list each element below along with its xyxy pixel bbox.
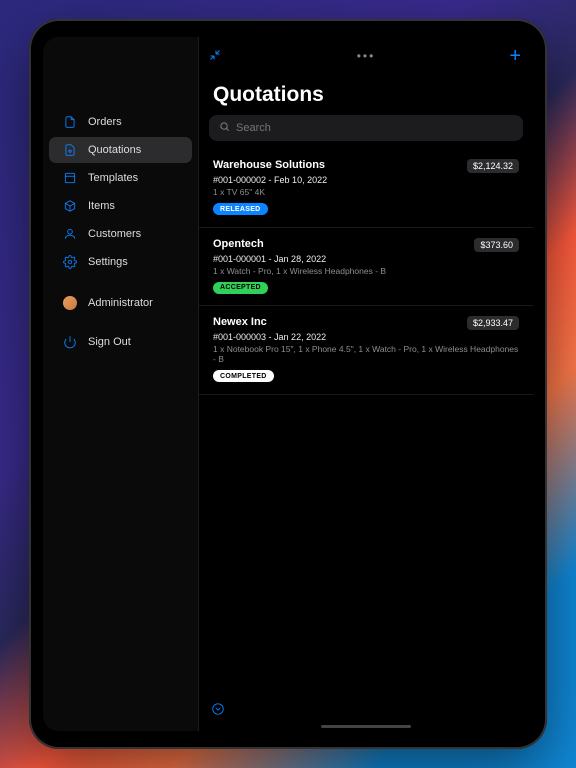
quotation-row[interactable]: Newex Inc $2,933.47 #001-000003 - Jan 22… — [199, 306, 533, 395]
search-icon — [219, 121, 230, 135]
search-bar[interactable] — [209, 115, 523, 141]
quotations-list: Warehouse Solutions $2,124.32 #001-00000… — [199, 149, 533, 731]
more-icon[interactable]: ••• — [357, 49, 376, 63]
quotation-desc: 1 x Watch - Pro, 1 x Wireless Headphones… — [213, 266, 519, 276]
power-icon — [63, 335, 77, 349]
status-badge: COMPLETED — [213, 370, 274, 382]
sidebar-item-label: Quotations — [88, 144, 141, 156]
user-row[interactable]: Administrator — [49, 288, 192, 318]
sidebar-item-label: Settings — [88, 256, 128, 268]
sidebar-item-label: Templates — [88, 172, 138, 184]
box-icon — [63, 199, 77, 213]
sidebar-item-orders[interactable]: Orders — [49, 109, 192, 135]
sidebar-item-label: Customers — [88, 228, 141, 240]
company-name: Newex Inc — [213, 316, 267, 328]
sidebar-item-settings[interactable]: Settings — [49, 249, 192, 275]
main-panel: ••• + Quotations Warehouse Solutions $2,… — [198, 37, 533, 731]
sidebar-item-label: Orders — [88, 116, 122, 128]
user-name: Administrator — [88, 297, 153, 309]
search-input[interactable] — [236, 122, 513, 134]
quotation-row[interactable]: Warehouse Solutions $2,124.32 #001-00000… — [199, 149, 533, 228]
app-screen: Orders Quotations Templates — [43, 37, 533, 731]
signout-button[interactable]: Sign Out — [49, 329, 192, 355]
sidebar-item-items[interactable]: Items — [49, 193, 192, 219]
nav-list: Orders Quotations Templates — [43, 109, 198, 277]
quotation-ref: #001-000003 - Jan 22, 2022 — [213, 332, 519, 342]
quotation-row[interactable]: Opentech $373.60 #001-000001 - Jan 28, 2… — [199, 228, 533, 307]
sidebar-item-quotations[interactable]: Quotations — [49, 137, 192, 163]
price-badge: $2,933.47 — [467, 316, 519, 330]
template-icon — [63, 171, 77, 185]
home-indicator — [321, 725, 411, 728]
page-title: Quotations — [199, 75, 533, 115]
sidebar: Orders Quotations Templates — [43, 37, 198, 731]
quotation-ref: #001-000002 - Feb 10, 2022 — [213, 175, 519, 185]
gear-icon — [63, 255, 77, 269]
signout-label: Sign Out — [88, 336, 131, 348]
user-icon — [63, 227, 77, 241]
quote-icon — [63, 143, 77, 157]
quotation-ref: #001-000001 - Jan 28, 2022 — [213, 254, 519, 264]
add-button[interactable]: + — [509, 45, 521, 68]
status-badge: ACCEPTED — [213, 282, 268, 294]
top-bar: ••• + — [199, 37, 533, 75]
sidebar-item-customers[interactable]: Customers — [49, 221, 192, 247]
company-name: Warehouse Solutions — [213, 159, 325, 171]
status-badge: RELEASED — [213, 203, 268, 215]
quotation-desc: 1 x TV 65" 4K — [213, 187, 519, 197]
quotation-desc: 1 x Notebook Pro 15", 1 x Phone 4.5", 1 … — [213, 344, 519, 364]
collapse-icon[interactable] — [209, 49, 221, 64]
price-badge: $373.60 — [474, 238, 519, 252]
sidebar-item-templates[interactable]: Templates — [49, 165, 192, 191]
filter-button[interactable] — [211, 702, 225, 721]
avatar — [63, 296, 77, 310]
document-icon — [63, 115, 77, 129]
price-badge: $2,124.32 — [467, 159, 519, 173]
tablet-frame: Orders Quotations Templates — [29, 19, 547, 749]
sidebar-item-label: Items — [88, 200, 115, 212]
company-name: Opentech — [213, 238, 264, 250]
